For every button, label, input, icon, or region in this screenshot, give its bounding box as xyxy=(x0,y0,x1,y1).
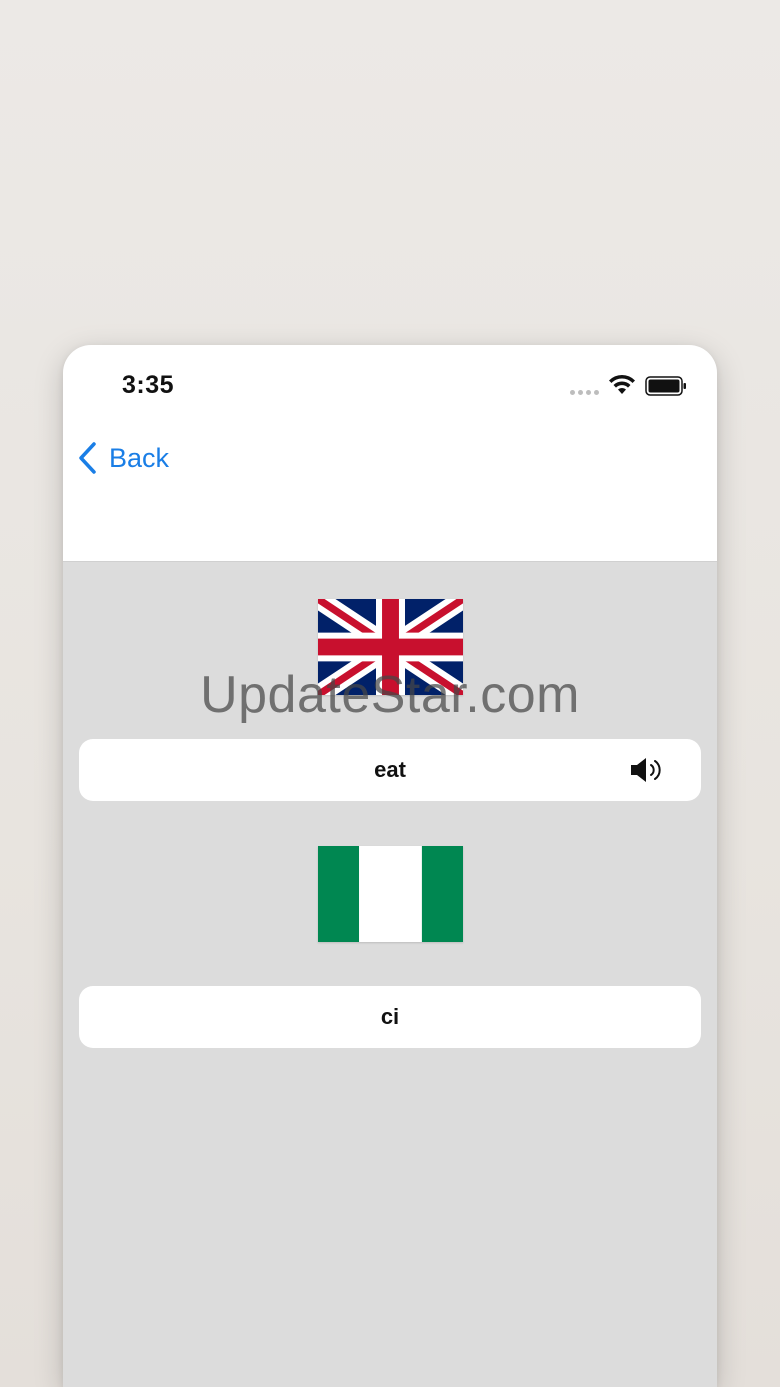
uk-flag-icon xyxy=(318,599,463,695)
target-word: ci xyxy=(380,1004,400,1029)
wifi-icon xyxy=(609,374,635,394)
chevron-left-icon xyxy=(79,442,96,474)
cellular-signal-icon xyxy=(570,390,599,395)
nav-header: 3:35 Back xyxy=(63,345,717,562)
target-word-card: ci xyxy=(79,986,701,1048)
source-word: eat xyxy=(374,757,406,782)
back-label: Back xyxy=(109,442,170,473)
status-time: 3:35 xyxy=(122,371,175,399)
phone-screen: 3:35 Back eat ci xyxy=(63,345,717,1387)
speaker-icon[interactable] xyxy=(629,756,665,784)
source-word-card: eat xyxy=(79,739,701,801)
nigeria-flag-icon xyxy=(318,846,463,942)
battery-icon xyxy=(645,376,686,396)
back-button[interactable]: Back xyxy=(77,441,169,475)
